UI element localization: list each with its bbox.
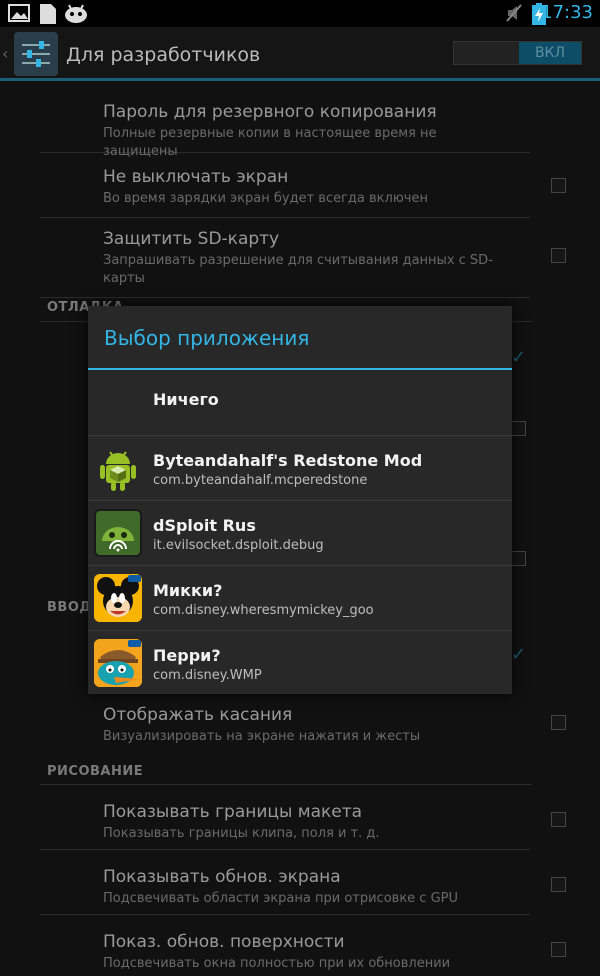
- developer-mode-toggle[interactable]: ВКЛ: [453, 41, 582, 65]
- setting-layout-bounds[interactable]: Показывать границы макета Показывать гра…: [40, 785, 566, 850]
- perry-icon: [94, 639, 142, 687]
- setting-subtitle: Подсвечивать области экрана при отрисовк…: [103, 891, 459, 906]
- setting-title: Не выключать экран: [103, 167, 289, 187]
- app-package: it.evilsocket.dsploit.debug: [153, 538, 324, 553]
- dsploit-icon: [94, 509, 142, 557]
- setting-title: Показывать границы макета: [103, 802, 363, 822]
- app-name: dSploit Rus: [153, 516, 256, 535]
- app-option-redstone-mod[interactable]: Byteandahalf's Redstone Mod com.byteanda…: [88, 436, 512, 501]
- setting-title: Пароль для резервного копирования: [103, 102, 437, 122]
- app-name: Микки?: [153, 581, 223, 600]
- dialog-title: Выбор приложения: [104, 326, 310, 350]
- setting-subtitle: Подсвечивать окна полностью при их обнов…: [103, 956, 451, 971]
- setting-subtitle: Во время зарядки экран будет всегда вклю…: [103, 191, 428, 206]
- surface-updates-checkbox[interactable]: [551, 942, 566, 957]
- setting-checkbox[interactable]: [511, 551, 526, 566]
- app-name: Ничего: [153, 390, 219, 409]
- toggle-on-label: ВКЛ: [519, 42, 581, 64]
- app-option-mickey[interactable]: Микки? com.disney.wheresmymickey_goo: [88, 566, 512, 631]
- usb-debugging-checkmark-icon[interactable]: ✓: [511, 347, 526, 368]
- android-box-icon: [94, 444, 142, 492]
- mickey-icon: [94, 574, 142, 622]
- show-touches-checkbox[interactable]: [551, 715, 566, 730]
- protect-sd-checkbox[interactable]: [551, 248, 566, 263]
- setting-title: Отображать касания: [103, 705, 293, 725]
- setting-checkbox[interactable]: [511, 421, 526, 436]
- stay-awake-checkbox[interactable]: [551, 178, 566, 193]
- section-header-input: ВВОД: [47, 600, 92, 615]
- setting-show-touches[interactable]: Отображать касания Визуализировать на эк…: [40, 695, 566, 760]
- clock-time: 17:33: [541, 2, 593, 23]
- back-caret-icon[interactable]: ‹: [2, 44, 8, 63]
- image-icon: [8, 3, 30, 27]
- app-option-perry[interactable]: Перри? com.disney.WMP: [88, 631, 512, 696]
- app-option-dsploit[interactable]: dSploit Rus it.evilsocket.dsploit.debug: [88, 501, 512, 566]
- app-chooser-dialog: Выбор приложения Ничего Byteandahalf's R…: [88, 306, 512, 694]
- setting-subtitle: Запрашивать разрешение для считывания да…: [103, 253, 493, 286]
- setting-title: Показ. обнов. поверхности: [103, 932, 345, 952]
- setting-surface-updates[interactable]: Показ. обнов. поверхности Подсвечивать о…: [40, 915, 566, 976]
- app-package: com.disney.WMP: [153, 668, 262, 683]
- setting-gpu-updates[interactable]: Показывать обнов. экрана Подсвечивать об…: [40, 850, 566, 915]
- layout-bounds-checkbox[interactable]: [551, 812, 566, 827]
- mute-icon: [505, 3, 523, 27]
- setting-backup-password[interactable]: Пароль для резервного копирования Полные…: [40, 81, 530, 159]
- app-package: com.disney.wheresmymickey_goo: [153, 603, 374, 618]
- setting-subtitle: Показывать границы клипа, поля и т. д.: [103, 826, 380, 841]
- developer-settings-icon[interactable]: [14, 32, 58, 76]
- setting-title: Показывать обнов. экрана: [103, 867, 341, 887]
- app-option-none[interactable]: Ничего: [88, 370, 512, 436]
- setting-subtitle: Визуализировать на экране нажатия и жест…: [103, 729, 421, 744]
- setting-protect-sd[interactable]: Защитить SD-карту Запрашивать разрешение…: [40, 218, 566, 298]
- setting-stay-awake[interactable]: Не выключать экран Во время зарядки экра…: [40, 153, 566, 218]
- gpu-updates-checkbox[interactable]: [551, 877, 566, 892]
- android-icon: [64, 3, 88, 27]
- status-bar: 17:33: [0, 0, 600, 27]
- section-header-drawing: РИСОВАНИЕ: [47, 764, 144, 779]
- setting-title: Защитить SD-карту: [103, 229, 280, 249]
- page-title: Для разработчиков: [66, 44, 261, 66]
- app-name: Byteandahalf's Redstone Mod: [153, 451, 423, 470]
- sd-card-icon: [37, 3, 57, 29]
- app-package: com.byteandahalf.mcperedstone: [153, 473, 368, 488]
- app-name: Перри?: [153, 646, 221, 665]
- pointer-checkmark-icon[interactable]: ✓: [511, 644, 526, 665]
